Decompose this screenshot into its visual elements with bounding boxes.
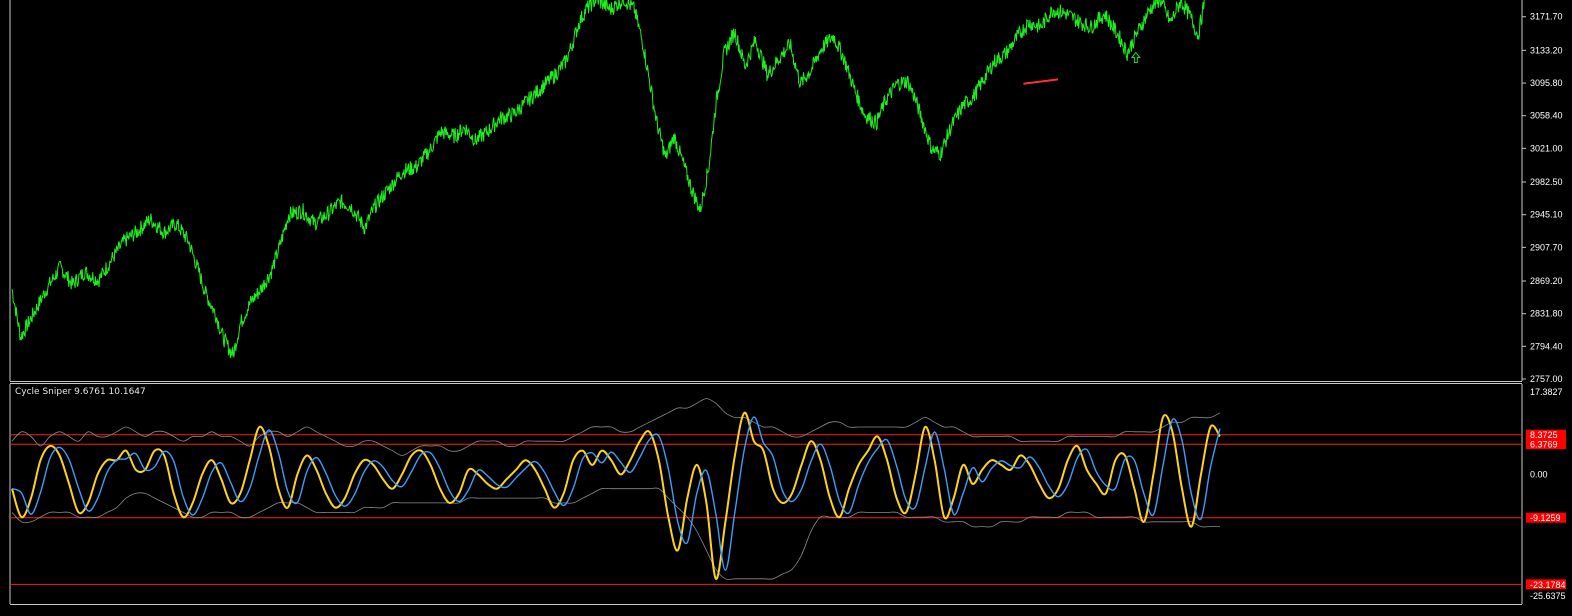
price-axis-label: 3058.40 (1530, 111, 1563, 121)
level-badge-label: 6.3769 (1530, 440, 1558, 450)
level-badge-label: -9.1259 (1530, 513, 1561, 523)
indicator-axis-label: -25.6375 (1530, 591, 1566, 601)
price-axis-label: 2982.50 (1530, 177, 1563, 187)
price-axis-label: 2794.40 (1530, 341, 1563, 351)
time-axis[interactable] (0, 605, 1522, 616)
chart-window: 3171.70 3133.20 3095.80 3058.40 3021.00 2982.… (0, 0, 1572, 616)
indicator-axis-label: 0.00 (1530, 469, 1548, 479)
indicator-title: Cycle Sniper 9.6761 10.1647 (15, 387, 146, 397)
level-badge-label: -23.1784 (1530, 580, 1566, 590)
price-axis-label: 2869.20 (1530, 276, 1563, 286)
price-axis-label: 3021.00 (1530, 143, 1563, 153)
price-axis-label: 2757.00 (1530, 374, 1563, 384)
price-axis-label: 3171.70 (1530, 12, 1563, 22)
price-axis-label: 3095.80 (1530, 78, 1563, 88)
indicator-axis-label: 17.3827 (1530, 387, 1563, 397)
price-axis-label: 2907.70 (1530, 242, 1563, 252)
price-axis-label: 2945.10 (1530, 210, 1563, 220)
price-axis-label: 2831.80 (1530, 309, 1563, 319)
price-axis-label: 3133.20 (1530, 45, 1563, 55)
